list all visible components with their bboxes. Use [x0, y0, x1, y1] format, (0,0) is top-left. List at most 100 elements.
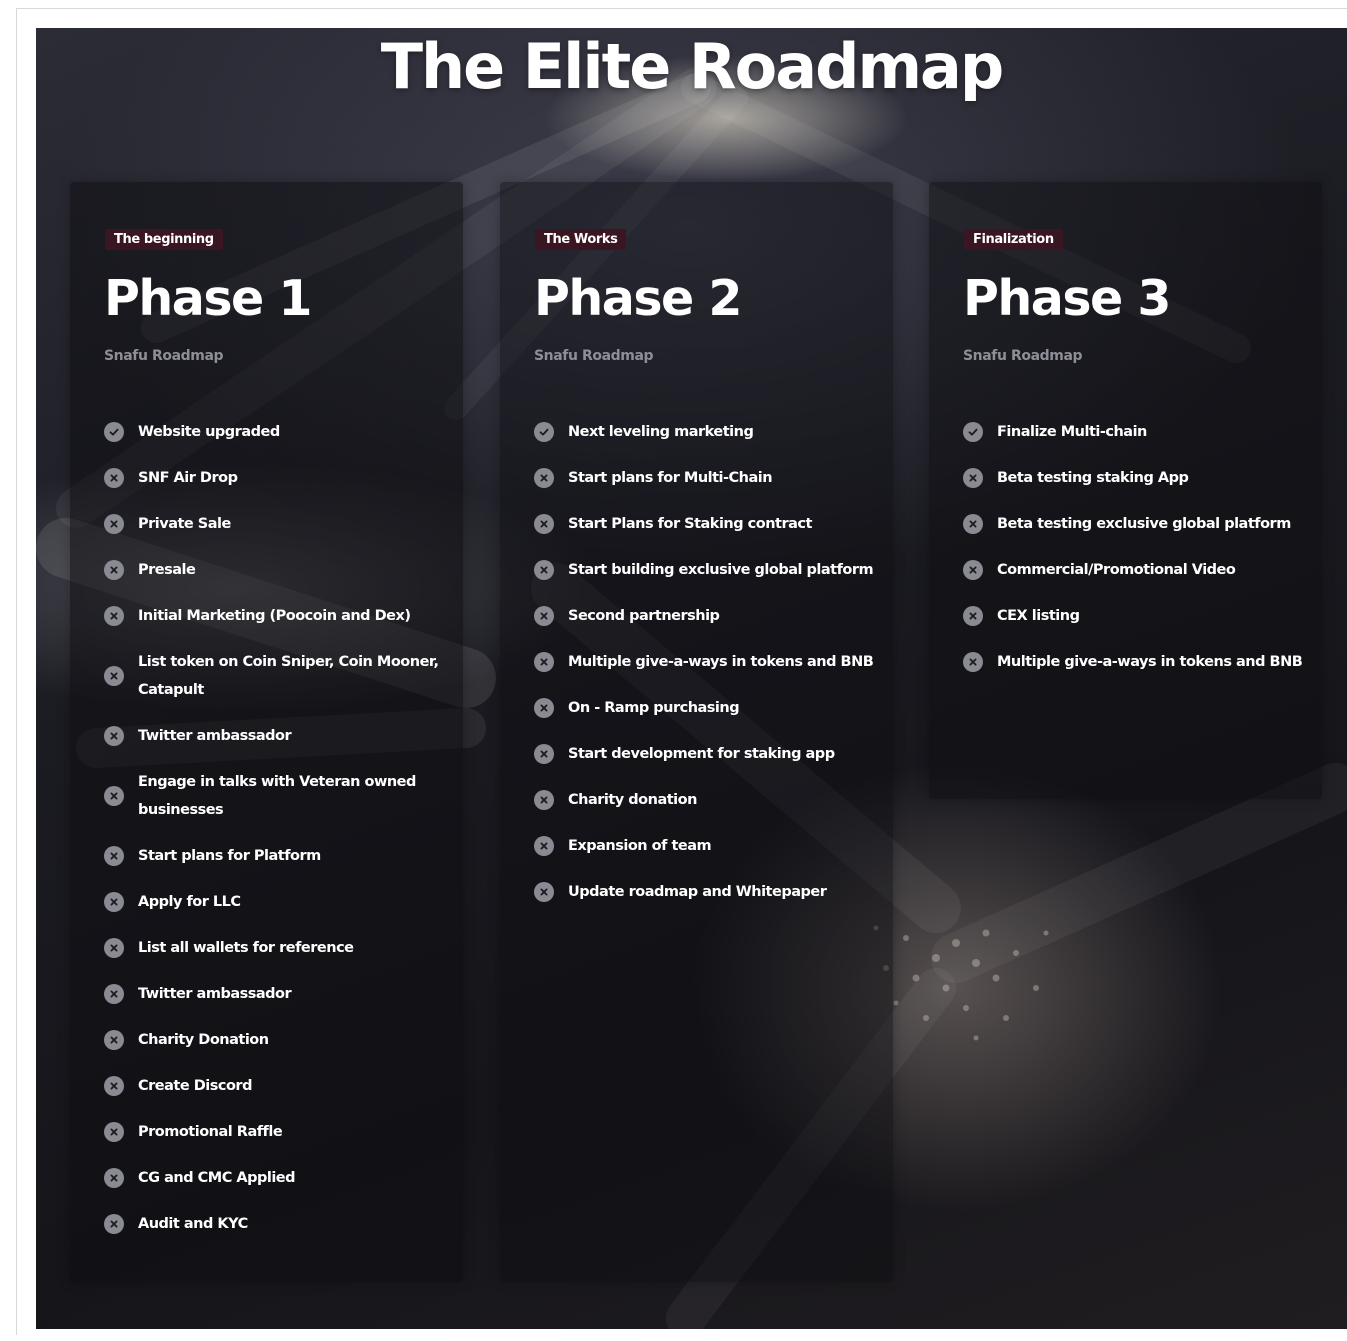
roadmap-item-label: Multiple give-a-ways in tokens and BNB	[568, 654, 874, 670]
x-icon	[104, 1214, 124, 1234]
roadmap-item: Start Plans for Staking contract	[534, 510, 874, 538]
x-icon	[534, 652, 554, 672]
x-icon	[104, 1030, 124, 1050]
roadmap-item: Beta testing exclusive global platform	[963, 510, 1303, 538]
roadmap-item: Update roadmap and Whitepaper	[534, 878, 874, 906]
phase-subtitle: Snafu Roadmap	[963, 348, 1083, 364]
x-icon	[534, 468, 554, 488]
roadmap-item: CG and CMC Applied	[104, 1164, 444, 1192]
roadmap-item-label: Expansion of team	[568, 838, 712, 854]
roadmap-item-label: CG and CMC Applied	[138, 1170, 296, 1186]
roadmap-item-label: Start building exclusive global platform	[568, 562, 874, 578]
x-icon	[104, 666, 124, 686]
roadmap-item: Charity Donation	[104, 1026, 444, 1054]
roadmap-item: Multiple give-a-ways in tokens and BNB	[534, 648, 874, 676]
x-icon	[104, 468, 124, 488]
roadmap-item: Next leveling marketing	[534, 418, 874, 446]
roadmap-item: Twitter ambassador	[104, 722, 444, 750]
roadmap-item: List all wallets for reference	[104, 934, 444, 962]
roadmap-item: List token on Coin Sniper, Coin Mooner, …	[104, 648, 444, 704]
x-icon	[104, 726, 124, 746]
phase-badge: The Works	[535, 229, 627, 250]
x-icon	[104, 1168, 124, 1188]
x-icon	[104, 846, 124, 866]
roadmap-item: Expansion of team	[534, 832, 874, 860]
roadmap-item-label: Next leveling marketing	[568, 424, 754, 440]
x-icon	[963, 514, 983, 534]
x-icon	[963, 560, 983, 580]
roadmap-item: On - Ramp purchasing	[534, 694, 874, 722]
roadmap-item-label: Second partnership	[568, 608, 720, 624]
roadmap-item-label: Charity donation	[568, 792, 697, 808]
check-icon	[963, 422, 983, 442]
roadmap-item: Audit and KYC	[104, 1210, 444, 1238]
roadmap-item-label: Multiple give-a-ways in tokens and BNB	[997, 654, 1303, 670]
check-icon	[534, 422, 554, 442]
roadmap-item: Engage in talks with Veteran owned busin…	[104, 768, 444, 824]
roadmap-item-label: Charity Donation	[138, 1032, 269, 1048]
roadmap-item-label: List all wallets for reference	[138, 940, 354, 956]
roadmap-item-label: SNF Air Drop	[138, 470, 238, 486]
check-icon	[104, 422, 124, 442]
x-icon	[963, 652, 983, 672]
roadmap-item-label: Promotional Raffle	[138, 1124, 283, 1140]
x-icon	[104, 938, 124, 958]
x-icon	[534, 606, 554, 626]
roadmap-item-label: Twitter ambassador	[138, 986, 292, 1002]
roadmap-item: Presale	[104, 556, 444, 584]
x-icon	[104, 514, 124, 534]
x-icon	[963, 606, 983, 626]
roadmap-item: Start development for staking app	[534, 740, 874, 768]
roadmap-item: Charity donation	[534, 786, 874, 814]
x-icon	[104, 786, 124, 806]
x-icon	[534, 882, 554, 902]
roadmap-item-label: Engage in talks with Veteran owned busin…	[138, 774, 416, 818]
phase-badge: The beginning	[105, 229, 223, 250]
roadmap-item-label: Create Discord	[138, 1078, 252, 1094]
roadmap-item-label: Start development for staking app	[568, 746, 835, 762]
roadmap-item: Initial Marketing (Poocoin and Dex)	[104, 602, 444, 630]
roadmap-item-label: Beta testing staking App	[997, 470, 1189, 486]
phase-title: Phase 1	[104, 270, 312, 327]
roadmap-item-label: Update roadmap and Whitepaper	[568, 884, 827, 900]
roadmap-item-label: On - Ramp purchasing	[568, 700, 740, 716]
x-icon	[104, 892, 124, 912]
x-icon	[104, 1076, 124, 1096]
x-icon	[534, 560, 554, 580]
phase-card-2: The Works Phase 2 Snafu Roadmap Next lev…	[500, 182, 893, 1282]
roadmap-item: Website upgraded	[104, 418, 444, 446]
x-icon	[534, 698, 554, 718]
x-icon	[104, 560, 124, 580]
roadmap-item: CEX listing	[963, 602, 1303, 630]
roadmap-item-label: Initial Marketing (Poocoin and Dex)	[138, 608, 411, 624]
roadmap-item: Start plans for Multi-Chain	[534, 464, 874, 492]
roadmap-item-label: Finalize Multi-chain	[997, 424, 1147, 440]
roadmap-item: Beta testing staking App	[963, 464, 1303, 492]
roadmap-item: Private Sale	[104, 510, 444, 538]
x-icon	[104, 1122, 124, 1142]
roadmap-item-label: Presale	[138, 562, 196, 578]
roadmap-item-label: Website upgraded	[138, 424, 280, 440]
phase-title: Phase 3	[963, 270, 1171, 327]
roadmap-item: Commercial/Promotional Video	[963, 556, 1303, 584]
phase-title: Phase 2	[534, 270, 742, 327]
phase-subtitle: Snafu Roadmap	[534, 348, 654, 364]
phase-item-list: Finalize Multi-chain Beta testing staking…	[963, 418, 1303, 694]
phase-badge: Finalization	[964, 229, 1063, 250]
x-icon	[104, 606, 124, 626]
x-icon	[534, 790, 554, 810]
x-icon	[104, 984, 124, 1004]
roadmap-item-label: Start plans for Platform	[138, 848, 321, 864]
roadmap-item-label: Audit and KYC	[138, 1216, 248, 1232]
roadmap-item-label: Start plans for Multi-Chain	[568, 470, 773, 486]
roadmap-item: Promotional Raffle	[104, 1118, 444, 1146]
roadmap-item-label: Private Sale	[138, 516, 231, 532]
x-icon	[534, 836, 554, 856]
roadmap-item: Multiple give-a-ways in tokens and BNB	[963, 648, 1303, 676]
roadmap-item-label: Commercial/Promotional Video	[997, 562, 1236, 578]
roadmap-item-label: Twitter ambassador	[138, 728, 292, 744]
phase-card-3: Finalization Phase 3 Snafu Roadmap Final…	[929, 182, 1322, 799]
phase-subtitle: Snafu Roadmap	[104, 348, 224, 364]
roadmap-section: The Elite Roadmap The beginning Phase 1 …	[36, 28, 1347, 1329]
roadmap-item: Start plans for Platform	[104, 842, 444, 870]
